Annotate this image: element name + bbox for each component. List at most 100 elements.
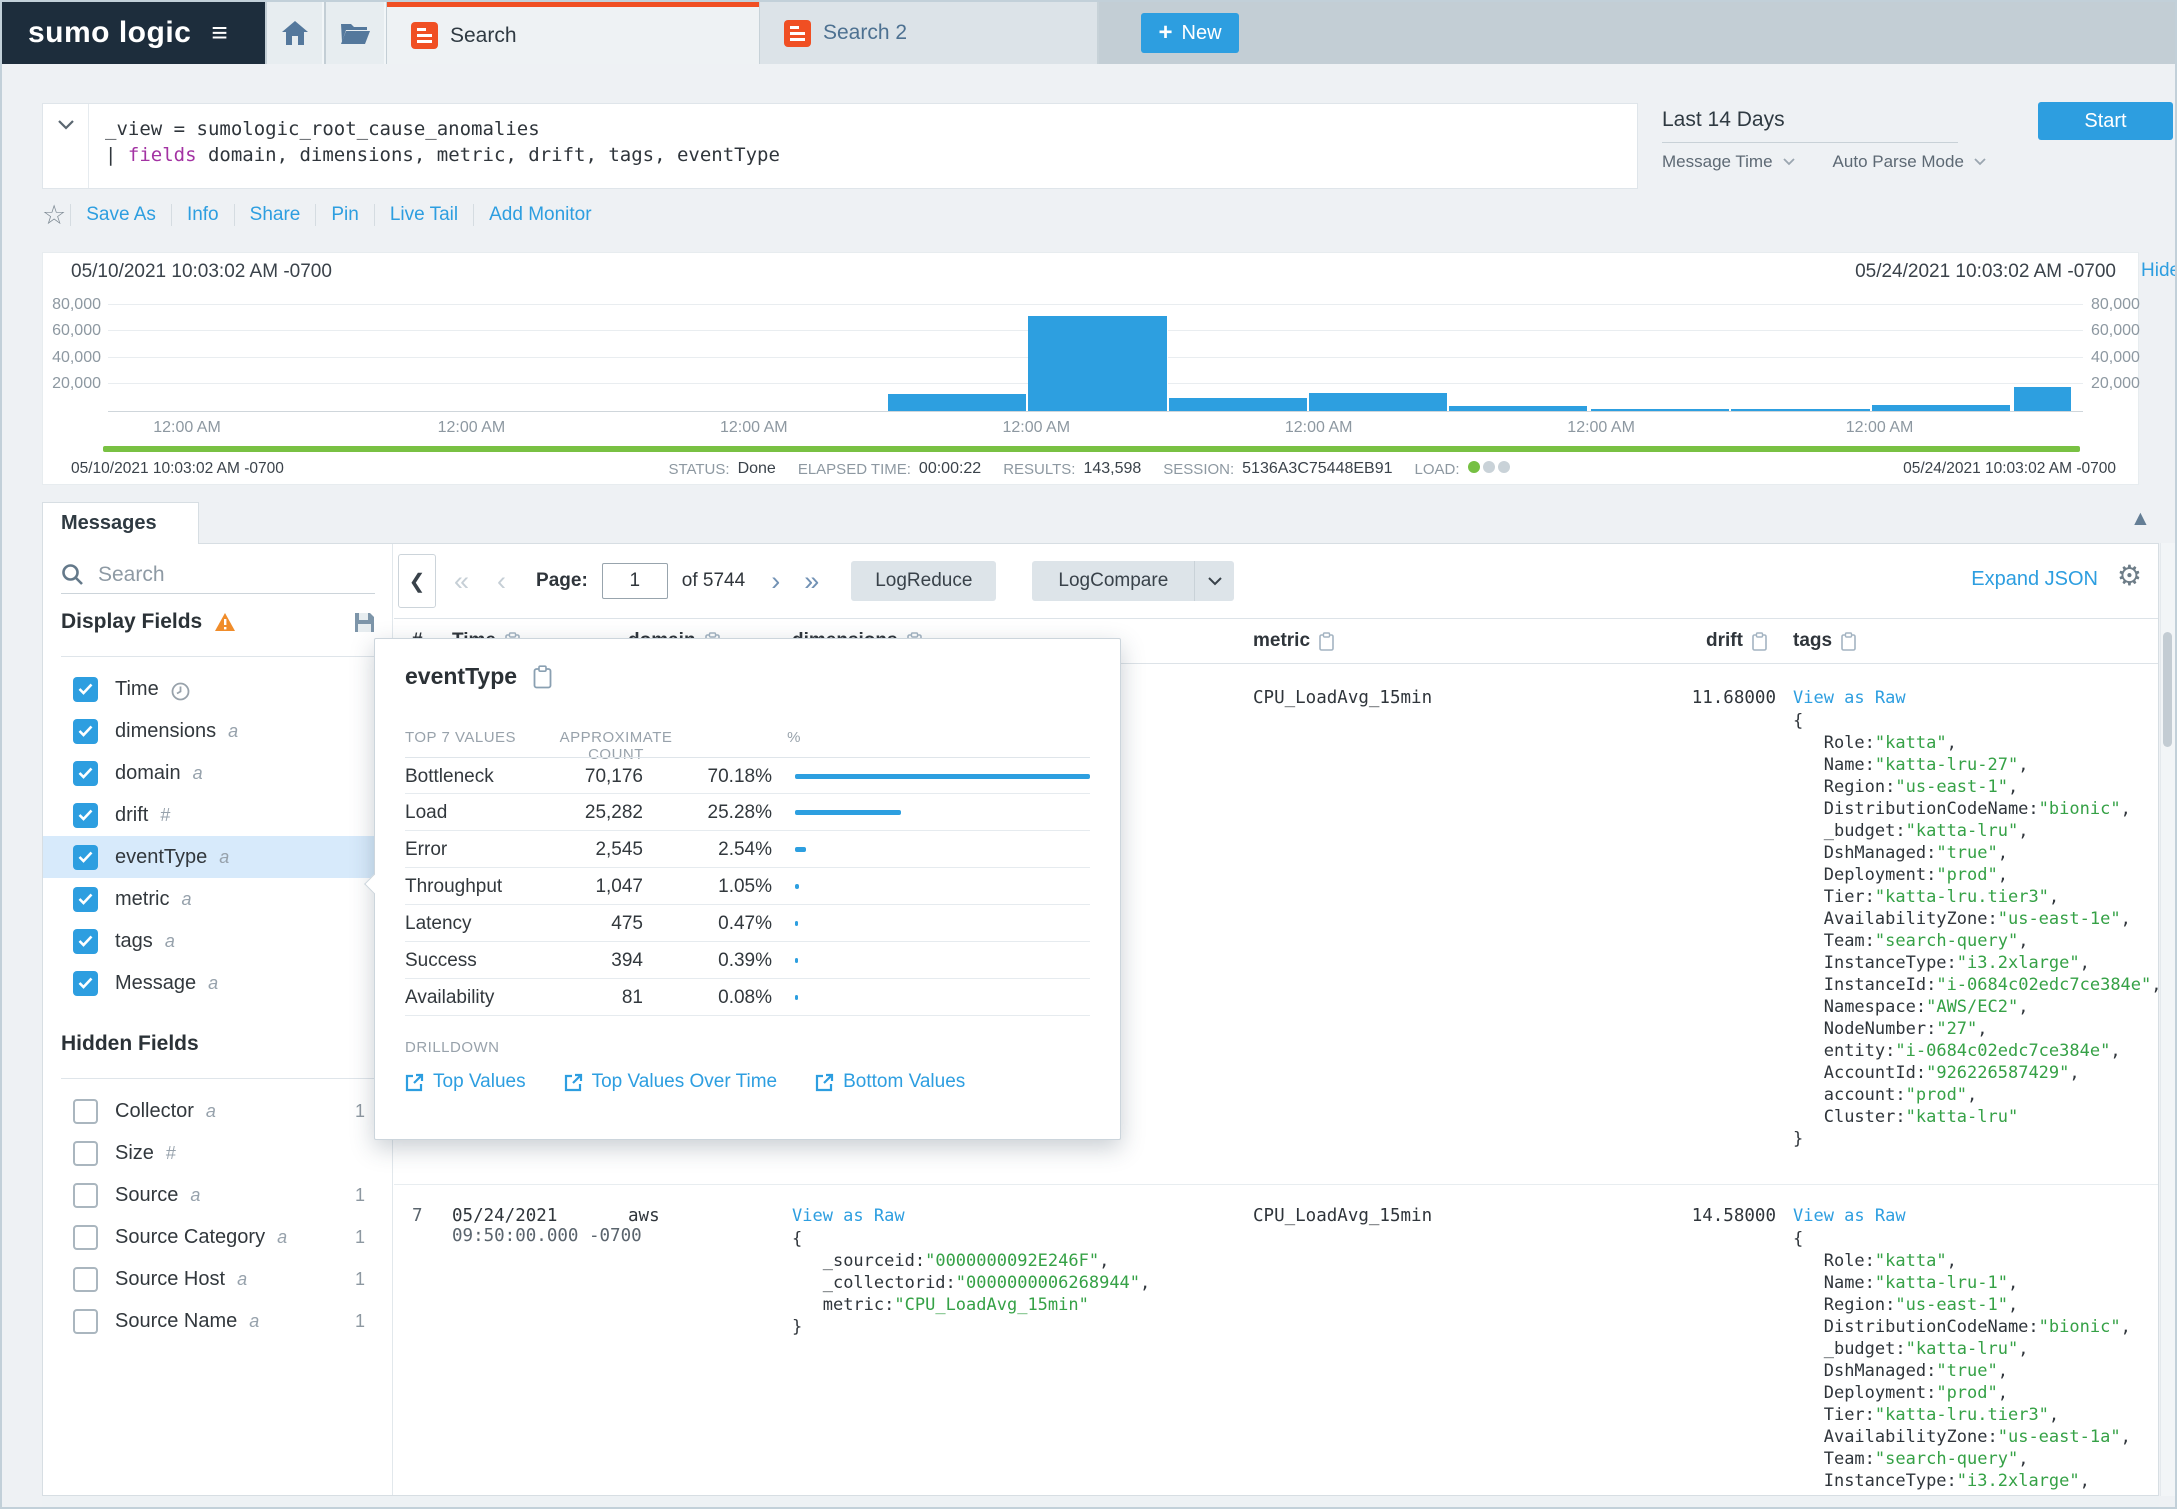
next-page-button[interactable]: › <box>771 568 780 595</box>
field-row-source-host[interactable]: Source Hosta1 <box>43 1258 393 1300</box>
collapse-panel-icon[interactable]: ▲ <box>2130 507 2151 531</box>
field-row-dimensions[interactable]: dimensionsa <box>43 710 393 752</box>
field-row-metric[interactable]: metrica <box>43 878 393 920</box>
copy-field-icon[interactable] <box>533 665 552 689</box>
checkbox-checked[interactable] <box>73 761 98 786</box>
action-link-share[interactable]: Share <box>234 204 316 226</box>
page-number-input[interactable] <box>602 563 668 599</box>
field-search-input[interactable] <box>98 563 375 587</box>
field-row-tags[interactable]: tagsa <box>43 920 393 962</box>
first-page-button[interactable]: « <box>454 568 469 595</box>
checkbox-unchecked[interactable] <box>73 1099 98 1124</box>
message-time-dropdown[interactable]: Message Time <box>1662 152 1773 172</box>
field-label: Time <box>115 678 159 701</box>
histogram-bar[interactable] <box>888 394 1027 411</box>
query-editor[interactable]: _view = sumologic_root_cause_anomalies |… <box>42 103 1638 189</box>
checkbox-checked[interactable] <box>73 845 98 870</box>
action-link-save-as[interactable]: Save As <box>70 204 171 226</box>
checkbox-checked[interactable] <box>73 887 98 912</box>
field-row-collector[interactable]: Collectora1 <box>43 1090 393 1132</box>
popup-value-row-bottleneck[interactable]: Bottleneck70,17670.18% <box>405 757 1090 794</box>
hamburger-menu-icon[interactable]: ≡ <box>211 19 227 47</box>
col-header-tags[interactable]: tags <box>1793 630 1856 652</box>
popup-value-row-latency[interactable]: Latency4750.47% <box>405 905 1090 942</box>
field-row-source[interactable]: Sourcea1 <box>43 1174 393 1216</box>
start-button[interactable]: Start <box>2038 102 2173 140</box>
favorite-star-icon[interactable]: ☆ <box>42 202 66 229</box>
checkbox-checked[interactable] <box>73 929 98 954</box>
last-page-button[interactable]: » <box>804 568 819 595</box>
checkbox-unchecked[interactable] <box>73 1141 98 1166</box>
col-header-metric[interactable]: metric <box>1253 630 1334 652</box>
action-link-live-tail[interactable]: Live Tail <box>374 204 473 226</box>
action-link-info[interactable]: Info <box>171 204 234 226</box>
field-row-eventtype[interactable]: eventTypea <box>43 836 393 878</box>
field-row-source-category[interactable]: Source Categorya1 <box>43 1216 393 1258</box>
logreduce-button[interactable]: LogReduce <box>851 561 996 601</box>
checkbox-unchecked[interactable] <box>73 1225 98 1250</box>
app-logo[interactable]: sumo logic ≡ <box>2 2 265 64</box>
logcompare-button[interactable]: LogCompare <box>1032 561 1194 601</box>
field-row-domain[interactable]: domaina <box>43 752 393 794</box>
tab-search-2[interactable]: Search 2 <box>759 2 1099 64</box>
drilldown-link-bottom-values[interactable]: Bottom Values <box>815 1071 965 1093</box>
field-row-source-name[interactable]: Source Namea1 <box>43 1300 393 1342</box>
field-row-drift[interactable]: drift# <box>43 794 393 836</box>
new-button[interactable]: + New <box>1141 13 1239 53</box>
collapse-sidebar-button[interactable]: ❮ <box>398 554 436 608</box>
tab-search[interactable]: Search <box>387 2 759 64</box>
col-header-drift[interactable]: drift <box>1706 630 1767 652</box>
histogram-bar[interactable] <box>1591 409 1730 411</box>
drilldown-link-top-values-over-time[interactable]: Top Values Over Time <box>564 1071 778 1093</box>
logcompare-dropdown[interactable] <box>1194 561 1234 601</box>
popup-value-row-availability[interactable]: Availability810.08% <box>405 979 1090 1016</box>
query-collapse-gutter[interactable] <box>43 104 89 188</box>
fields-sidebar: Display Fields Timedimensionsadomainadri… <box>43 544 393 1495</box>
horizontal-scrollbar[interactable] <box>42 1496 2159 1509</box>
popup-value-row-throughput[interactable]: Throughput1,0471.05% <box>405 868 1090 905</box>
view-as-raw-link[interactable]: View as Raw <box>792 1206 905 1226</box>
histogram-bar[interactable] <box>1731 409 1870 411</box>
expand-json-link[interactable]: Expand JSON <box>1971 568 2098 591</box>
logo-text: sumo logic <box>28 16 191 50</box>
field-row-time[interactable]: Time <box>43 668 393 710</box>
field-search[interactable] <box>61 556 375 594</box>
histogram-bar[interactable] <box>2014 387 2072 411</box>
histogram-bar[interactable] <box>1169 398 1308 411</box>
checkbox-checked[interactable] <box>73 803 98 828</box>
checkbox-unchecked[interactable] <box>73 1309 98 1334</box>
popup-value-row-error[interactable]: Error2,5452.54% <box>405 831 1090 868</box>
checkbox-unchecked[interactable] <box>73 1183 98 1208</box>
histogram-bar[interactable] <box>1872 405 2011 411</box>
field-row-message[interactable]: Messagea <box>43 962 393 1004</box>
tab-messages[interactable]: Messages <box>42 502 199 544</box>
library-button[interactable] <box>326 2 386 64</box>
time-range-selector[interactable]: Last 14 Days <box>1662 108 1958 143</box>
view-as-raw-link[interactable]: View as Raw <box>1793 688 1906 708</box>
json-line: Deployment:"prod", <box>1793 1382 2131 1404</box>
clock-icon <box>171 682 190 701</box>
vertical-scrollbar-thumb[interactable] <box>2163 632 2172 747</box>
checkbox-checked[interactable] <box>73 971 98 996</box>
time-range-slider[interactable] <box>103 446 2080 452</box>
histogram-bar[interactable] <box>1449 406 1588 411</box>
auto-parse-mode-dropdown[interactable]: Auto Parse Mode <box>1833 152 1964 172</box>
popup-value-row-success[interactable]: Success3940.39% <box>405 942 1090 979</box>
prev-page-button[interactable]: ‹ <box>497 568 506 595</box>
action-link-pin[interactable]: Pin <box>315 204 373 226</box>
field-row-size[interactable]: Size# <box>43 1132 393 1174</box>
histogram-bar[interactable] <box>1028 316 1167 411</box>
drilldown-link-top-values[interactable]: Top Values <box>405 1071 526 1093</box>
hide-histogram-link[interactable]: Hide <box>2141 260 2177 282</box>
checkbox-checked[interactable] <box>73 719 98 744</box>
gear-icon[interactable]: ⚙ <box>2117 562 2142 590</box>
save-fields-icon[interactable] <box>354 612 375 633</box>
checkbox-unchecked[interactable] <box>73 1267 98 1292</box>
query-text[interactable]: _view = sumologic_root_cause_anomalies |… <box>89 104 780 188</box>
popup-value-row-load[interactable]: Load25,28225.28% <box>405 794 1090 831</box>
view-as-raw-link[interactable]: View as Raw <box>1793 1206 1906 1226</box>
action-link-add-monitor[interactable]: Add Monitor <box>473 204 606 226</box>
home-button[interactable] <box>267 2 324 64</box>
checkbox-checked[interactable] <box>73 677 98 702</box>
histogram-bar[interactable] <box>1309 393 1448 411</box>
